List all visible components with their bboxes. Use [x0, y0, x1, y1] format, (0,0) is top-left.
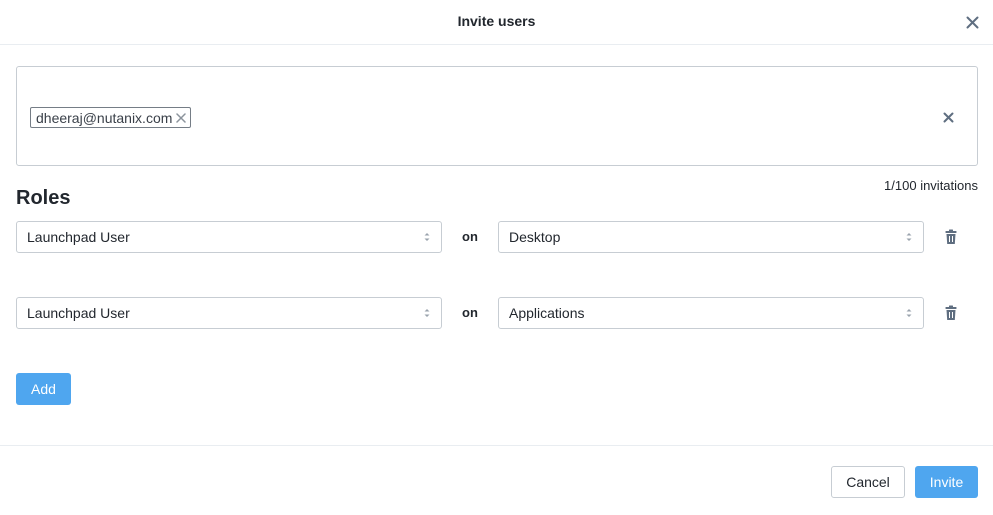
roles-heading: Roles — [16, 187, 71, 209]
add-role-button[interactable]: Add — [16, 373, 71, 405]
trash-icon[interactable] — [943, 305, 959, 321]
on-label: on — [462, 229, 478, 244]
select-caret-icon — [424, 233, 430, 241]
select-caret-icon — [906, 233, 912, 241]
cancel-button[interactable]: Cancel — [831, 466, 905, 498]
dialog-header: Invite users — [0, 0, 993, 45]
email-input-box[interactable]: dheeraj@nutanix.com — [16, 66, 978, 166]
chip-remove-icon — [176, 112, 187, 123]
footer-divider — [0, 445, 993, 446]
invitation-count: 1/100 invitations — [884, 178, 978, 193]
role-select-value: Launchpad User — [27, 305, 130, 321]
select-caret-icon — [906, 309, 912, 317]
scope-select[interactable]: Applications — [498, 297, 924, 329]
close-icon — [966, 16, 978, 28]
close-button[interactable] — [962, 12, 982, 32]
scope-select[interactable]: Desktop — [498, 221, 924, 253]
email-chip: dheeraj@nutanix.com — [30, 107, 192, 128]
invite-button[interactable]: Invite — [915, 466, 978, 498]
role-select[interactable]: Launchpad User — [16, 297, 442, 329]
select-caret-icon — [424, 309, 430, 317]
clear-all-button[interactable] — [939, 108, 957, 126]
clear-icon — [943, 112, 953, 122]
scope-select-value: Desktop — [509, 229, 561, 245]
on-label: on — [462, 305, 478, 320]
email-chip-label: dheeraj@nutanix.com — [36, 109, 173, 126]
trash-icon[interactable] — [943, 229, 959, 245]
role-select[interactable]: Launchpad User — [16, 221, 442, 253]
chip-remove-button[interactable] — [176, 112, 187, 123]
role-select-value: Launchpad User — [27, 229, 130, 245]
scope-select-value: Applications — [509, 305, 585, 321]
dialog-title: Invite users — [457, 13, 536, 29]
